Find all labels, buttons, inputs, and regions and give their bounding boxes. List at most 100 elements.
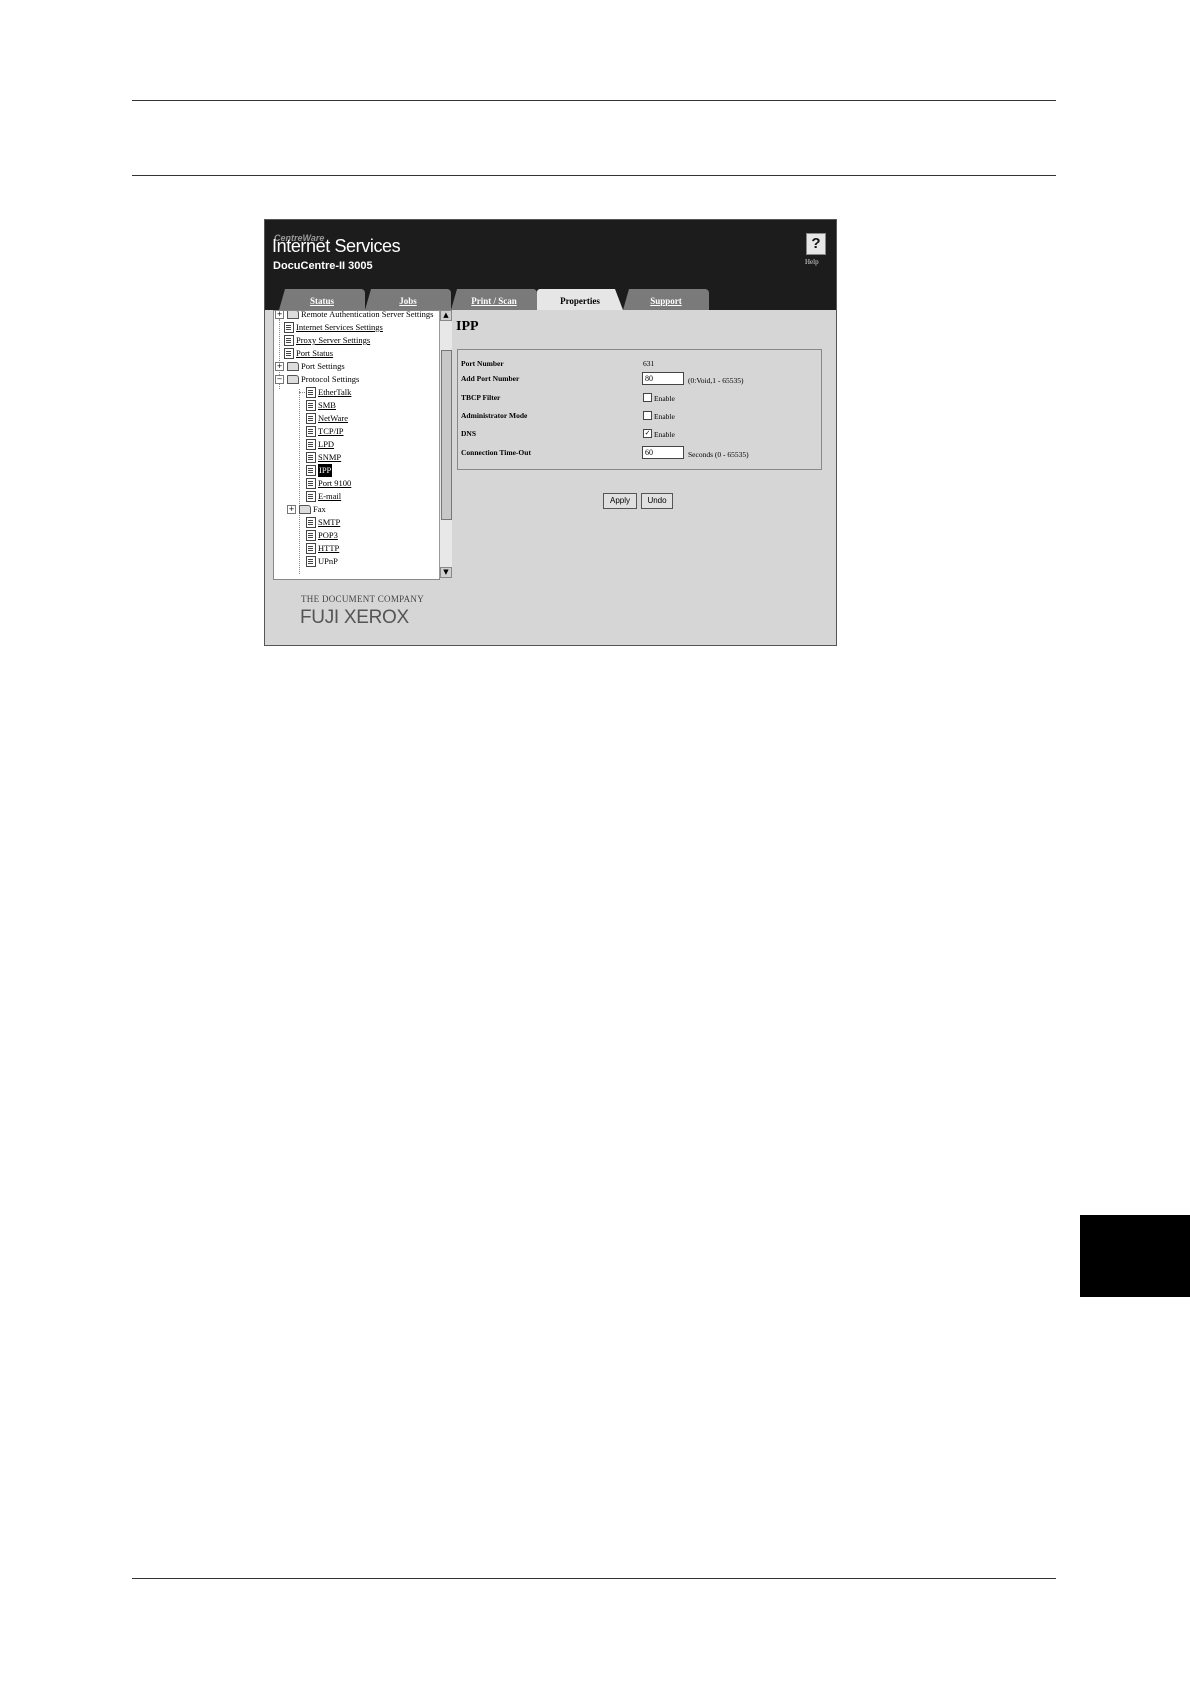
tree-label: HTTP xyxy=(318,543,340,553)
tree-item-pop3[interactable]: POP3 xyxy=(296,529,338,542)
tree-item-email[interactable]: E-mail xyxy=(296,490,341,503)
tree-item-proxy[interactable]: Proxy Server Settings xyxy=(284,334,370,347)
tbcp-filter-checkbox[interactable] xyxy=(643,393,652,402)
settings-box: Port Number 631 Add Port Number 80 (0:Vo… xyxy=(457,349,822,470)
tree-item-port9100[interactable]: Port 9100 xyxy=(296,477,351,490)
header-rule-top xyxy=(132,100,1056,101)
main-pane: IPP Port Number 631 Add Port Number 80 (… xyxy=(453,310,836,645)
folder-icon xyxy=(287,362,299,371)
expand-icon[interactable]: + xyxy=(275,311,284,319)
add-port-number-label: Add Port Number xyxy=(461,374,520,383)
tree-label: LPD xyxy=(318,439,335,449)
folder-icon xyxy=(287,311,299,319)
tree-item-port-status[interactable]: Port Status xyxy=(284,347,333,360)
page-icon xyxy=(306,400,316,411)
tree-item-fax[interactable]: + Fax xyxy=(287,503,326,516)
tree-item-port-settings[interactable]: + Port Settings xyxy=(275,360,345,373)
tree-item-upnp[interactable]: UPnP xyxy=(296,555,338,568)
tree-label: EtherTalk xyxy=(318,387,352,397)
page-icon xyxy=(306,517,316,528)
page-icon xyxy=(306,387,316,398)
collapse-icon[interactable]: − xyxy=(275,375,284,384)
page-icon xyxy=(306,543,316,554)
tree-scrollbar[interactable]: ▲ ▼ xyxy=(439,310,452,578)
port-number-label: Port Number xyxy=(461,359,504,368)
tree-label: SNMP xyxy=(318,452,342,462)
tree-label: Proxy Server Settings xyxy=(296,335,371,345)
admin-mode-checkbox[interactable] xyxy=(643,411,652,420)
page-icon xyxy=(306,465,316,476)
fuji-xerox-logo: FUJI XEROX xyxy=(300,607,409,628)
tree-label: Protocol Settings xyxy=(301,374,360,384)
page-icon xyxy=(306,478,316,489)
page-icon xyxy=(306,556,316,567)
page-icon xyxy=(306,452,316,463)
footer-rule xyxy=(132,1578,1056,1579)
tree-item-ipp[interactable]: IPP xyxy=(296,464,333,477)
tree-item-protocol-settings[interactable]: − Protocol Settings xyxy=(275,373,359,386)
dns-label: DNS xyxy=(461,429,477,438)
tree-item-http[interactable]: HTTP xyxy=(296,542,339,555)
add-port-number-hint: (0:Void,1 - 65535) xyxy=(688,376,744,385)
tree-label: Internet Services Settings xyxy=(296,322,383,332)
page-icon xyxy=(284,322,294,333)
page-icon xyxy=(306,439,316,450)
folder-icon xyxy=(299,505,311,514)
app-header: CentreWare Internet Services DocuCentre-… xyxy=(265,220,836,310)
apply-button[interactable]: Apply xyxy=(603,493,637,509)
tree-label: Port Settings xyxy=(301,361,345,371)
tree-item-remote-auth[interactable]: + Remote Authentication Server Settings xyxy=(275,310,434,321)
page-title: IPP xyxy=(456,319,479,334)
tree-item-tcpip[interactable]: TCP/IP xyxy=(296,425,344,438)
page-icon xyxy=(306,530,316,541)
tab-status[interactable]: Status xyxy=(279,289,365,310)
tab-jobs[interactable]: Jobs xyxy=(365,289,451,310)
tbcp-filter-label: TBCP Filter xyxy=(461,393,501,402)
tree-label: E-mail xyxy=(318,491,342,501)
tab-print-scan[interactable]: Print / Scan xyxy=(451,289,537,310)
tree-item-snmp[interactable]: SNMP xyxy=(296,451,341,464)
tbcp-filter-option: Enable xyxy=(654,394,675,403)
tab-support[interactable]: Support xyxy=(623,289,709,310)
scrollbar-thumb[interactable] xyxy=(441,350,452,520)
tree-item-lpd[interactable]: LPD xyxy=(296,438,334,451)
timeout-hint: Seconds (0 - 65535) xyxy=(688,450,749,459)
footer-tagline: THE DOCUMENT COMPANY xyxy=(301,594,425,604)
header-rule-bottom xyxy=(132,175,1056,176)
device-model: DocuCentre-II 3005 xyxy=(273,260,373,272)
page-icon xyxy=(284,335,294,346)
timeout-label: Connection Time-Out xyxy=(461,448,531,457)
help-icon[interactable]: ? xyxy=(806,233,826,255)
tree-item-smtp[interactable]: SMTP xyxy=(296,516,340,529)
tree-label: Port 9100 xyxy=(318,478,352,488)
tree-label: SMB xyxy=(318,400,336,410)
tree-item-ethertalk[interactable]: EtherTalk xyxy=(296,386,351,399)
admin-mode-option: Enable xyxy=(654,412,675,421)
scroll-up-icon[interactable]: ▲ xyxy=(440,310,452,321)
scroll-down-icon[interactable]: ▼ xyxy=(440,567,452,578)
tree-label: SMTP xyxy=(318,517,341,527)
port-number-value: 631 xyxy=(643,359,655,368)
expand-icon[interactable]: + xyxy=(275,362,284,371)
app-title: Internet Services xyxy=(272,236,401,256)
page-icon xyxy=(306,491,316,502)
add-port-number-input[interactable]: 80 xyxy=(642,372,684,385)
help-label[interactable]: Help xyxy=(805,258,819,266)
tree-label: Remote Authentication Server Settings xyxy=(301,310,434,319)
undo-button[interactable]: Undo xyxy=(641,493,673,509)
navigation-tree: + Remote Authentication Server Settings … xyxy=(273,310,440,580)
page-icon xyxy=(306,426,316,437)
tab-properties[interactable]: Properties xyxy=(537,289,623,310)
tree-label: Port Status xyxy=(296,348,334,358)
tree-item-internet-services[interactable]: Internet Services Settings xyxy=(284,321,383,334)
chapter-thumb-tab xyxy=(1080,1215,1190,1297)
tree-item-smb[interactable]: SMB xyxy=(296,399,336,412)
tree-label: NetWare xyxy=(318,413,348,423)
dns-checkbox[interactable]: ✓ xyxy=(643,429,652,438)
page-icon xyxy=(306,413,316,424)
expand-icon[interactable]: + xyxy=(287,505,296,514)
dns-option: Enable xyxy=(654,430,675,439)
timeout-input[interactable]: 60 xyxy=(642,446,684,459)
tree-item-netware[interactable]: NetWare xyxy=(296,412,348,425)
page-icon xyxy=(284,348,294,359)
